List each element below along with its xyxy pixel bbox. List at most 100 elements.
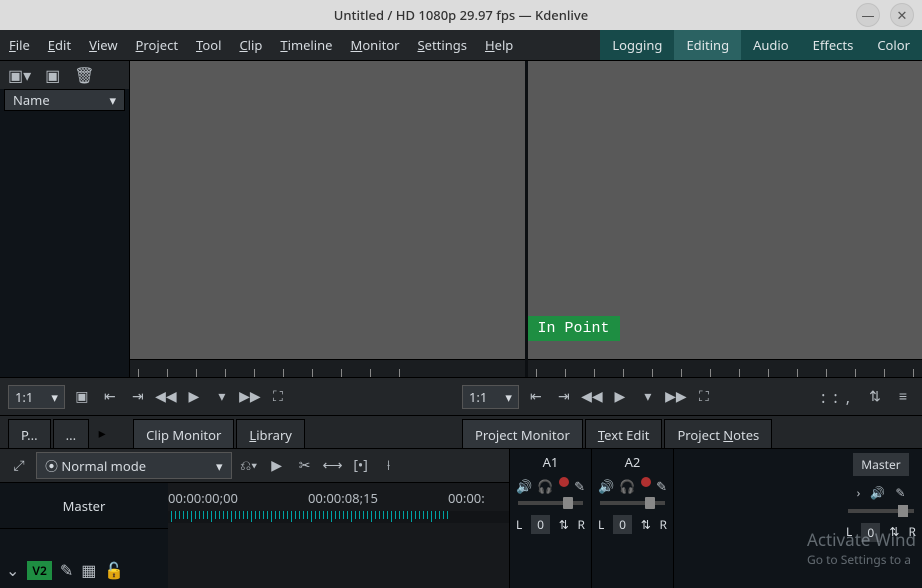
new-folder-icon[interactable]: ▣ <box>45 64 60 86</box>
forward-icon[interactable]: ▶▶ <box>665 387 687 406</box>
master-label: Master <box>853 453 908 476</box>
in-point-label: In Point <box>528 316 620 341</box>
close-button[interactable]: ✕ <box>890 3 914 27</box>
timeline-toolbar: ⤢ ⦿ Normal mode▾ ⎌▾ ▶ ✂ ⟷ [•] ⟊ <box>0 449 509 483</box>
delete-icon[interactable]: 🗑 <box>74 64 94 86</box>
mark-out-icon[interactable]: ⇥ <box>127 387 149 406</box>
text-edit-tab[interactable]: Text Edit <box>585 419 663 448</box>
pointer-icon[interactable]: ▶ <box>266 456 288 475</box>
track-v2-header[interactable]: ⌄ V2 ✎ ▦ 🔓 <box>0 555 168 585</box>
menu-help[interactable]: Help <box>476 30 522 60</box>
timeline-panel: ⤢ ⦿ Normal mode▾ ⎌▾ ▶ ✂ ⟷ [•] ⟊ Master ⌄… <box>0 449 510 588</box>
rewind-icon[interactable]: ◀◀ <box>155 387 177 406</box>
more-tab[interactable]: ... <box>53 419 89 448</box>
grid-icon[interactable]: ▣ <box>71 387 93 406</box>
play-menu-icon[interactable]: ▾ <box>637 387 659 406</box>
headphone-icon[interactable]: 🎧 <box>537 477 553 495</box>
play-icon[interactable]: ▶ <box>183 387 205 406</box>
hamburger-icon[interactable]: ≡ <box>892 387 914 406</box>
edit-mode-combo[interactable]: ⦿ Normal mode▾ <box>36 452 232 479</box>
headphone-icon[interactable]: 🎧 <box>619 477 635 495</box>
mode-color[interactable]: Color <box>865 30 922 60</box>
menu-clip[interactable]: Clip <box>230 30 271 60</box>
clip-zoom-combo[interactable]: 1:1▾ <box>8 385 65 409</box>
menu-tool[interactable]: Tool <box>187 30 230 60</box>
speaker-icon[interactable]: 🔊 <box>516 477 532 495</box>
scissors-icon[interactable]: ✂ <box>294 456 316 475</box>
bin-column-name[interactable]: Name▾ <box>4 89 125 111</box>
clip-monitor-view[interactable] <box>130 61 525 359</box>
menu-timeline[interactable]: Timeline <box>271 30 341 60</box>
volume-slider[interactable] <box>600 501 665 505</box>
lock-icon[interactable]: 🔓 <box>104 559 124 581</box>
menu-project[interactable]: Project <box>127 30 187 60</box>
volume-slider[interactable] <box>518 501 583 505</box>
expand-icon[interactable]: ⤢ <box>8 456 30 475</box>
library-tab[interactable]: Library <box>236 419 305 448</box>
timeline-tracks[interactable]: 00:00:00;0000:00:08;1500:00: <box>168 483 509 588</box>
insert-icon[interactable]: [•] <box>350 456 372 475</box>
stepper-icon[interactable]: ⇅ <box>641 516 651 533</box>
stepper-icon[interactable]: ⇅ <box>559 516 569 533</box>
minimize-button[interactable]: — <box>856 3 880 27</box>
compositing-icon[interactable]: ⎌▾ <box>238 456 260 475</box>
film-icon[interactable]: ▦ <box>81 559 96 581</box>
clip-monitor-tab[interactable]: Clip Monitor <box>133 419 234 448</box>
record-icon[interactable] <box>559 477 569 487</box>
dropdown-icon: ▾ <box>109 91 116 109</box>
clip-monitor-ruler[interactable] <box>130 359 525 377</box>
brush-icon[interactable]: ✎ <box>574 477 585 495</box>
lib-rest: ibrary <box>256 426 292 444</box>
play-icon[interactable]: ▶ <box>609 387 631 406</box>
mode-effects[interactable]: Effects <box>801 30 866 60</box>
timecode-display[interactable]: ::, <box>821 386 858 408</box>
pan-value[interactable]: 0 <box>531 515 550 534</box>
menu-view[interactable]: View <box>80 30 126 60</box>
mute-icon[interactable]: ✎ <box>60 559 73 581</box>
timeline-ruler[interactable] <box>168 511 509 523</box>
master-track-header[interactable]: Master <box>0 483 168 529</box>
spacer-icon[interactable]: ⟷ <box>322 456 344 475</box>
speaker-icon[interactable]: 🔊 <box>598 477 614 495</box>
crop-icon[interactable]: ⛶ <box>693 387 715 406</box>
speaker-icon[interactable]: 🔊 <box>870 484 885 501</box>
project-bin-tab[interactable]: P... <box>8 419 51 448</box>
master-channel: Master › 🔊 ✎ L0⇅R <box>840 449 922 588</box>
master-pan-value[interactable]: 0 <box>861 523 880 542</box>
mark-in-icon[interactable]: ⇤ <box>99 387 121 406</box>
proj-zoom-combo[interactable]: 1:1▾ <box>462 385 519 409</box>
menu-edit[interactable]: Edit <box>39 30 80 60</box>
mark-in-icon[interactable]: ⇤ <box>525 387 547 406</box>
brush-icon[interactable]: ✎ <box>895 484 905 501</box>
project-monitor-ruler[interactable] <box>528 359 922 377</box>
chevron-down-icon[interactable]: ⌄ <box>6 559 19 581</box>
menu-settings[interactable]: Settings <box>409 30 476 60</box>
project-monitor-view[interactable]: In Point <box>528 61 922 359</box>
project-monitor-tab[interactable]: Project Monitor <box>462 419 583 448</box>
channel-a1: A1🔊🎧✎L0⇅R <box>510 449 592 588</box>
project-bin: ▣▾ ▣ 🗑 Name▾ <box>0 61 130 377</box>
mark-out-icon[interactable]: ⇥ <box>553 387 575 406</box>
menu-monitor[interactable]: Monitor <box>342 30 409 60</box>
mode-editing[interactable]: Editing <box>674 30 741 60</box>
crop-icon[interactable]: ⛶ <box>267 387 289 406</box>
add-clip-icon[interactable]: ▣▾ <box>8 64 31 86</box>
channel-a2: A2🔊🎧✎L0⇅R <box>592 449 674 588</box>
chevron-right-icon[interactable]: › <box>857 484 861 501</box>
chevron-right-icon[interactable]: ▸ <box>91 424 113 443</box>
pan-value[interactable]: 0 <box>613 515 632 534</box>
rewind-icon[interactable]: ◀◀ <box>581 387 603 406</box>
chevron-up-down-icon[interactable]: ⇅ <box>864 387 886 406</box>
overwrite-icon[interactable]: ⟊ <box>378 456 400 475</box>
project-notes-tab[interactable]: Project Notes <box>664 419 772 448</box>
mode-logging[interactable]: Logging <box>600 30 674 60</box>
record-icon[interactable] <box>641 477 651 487</box>
forward-icon[interactable]: ▶▶ <box>239 387 261 406</box>
play-menu-icon[interactable]: ▾ <box>211 387 233 406</box>
project-monitor-toolbar: 1:1▾ ⇤ ⇥ ◀◀ ▶ ▾ ▶▶ ⛶ ::, ⇅ ≡ <box>454 377 922 415</box>
brush-icon[interactable]: ✎ <box>656 477 667 495</box>
mode-audio[interactable]: Audio <box>741 30 801 60</box>
channel-label: A1 <box>516 453 585 471</box>
audio-mixer: A1🔊🎧✎L0⇅RA2🔊🎧✎L0⇅R Master › 🔊 ✎ L0⇅R <box>510 449 922 588</box>
menu-file[interactable]: File <box>0 30 39 60</box>
